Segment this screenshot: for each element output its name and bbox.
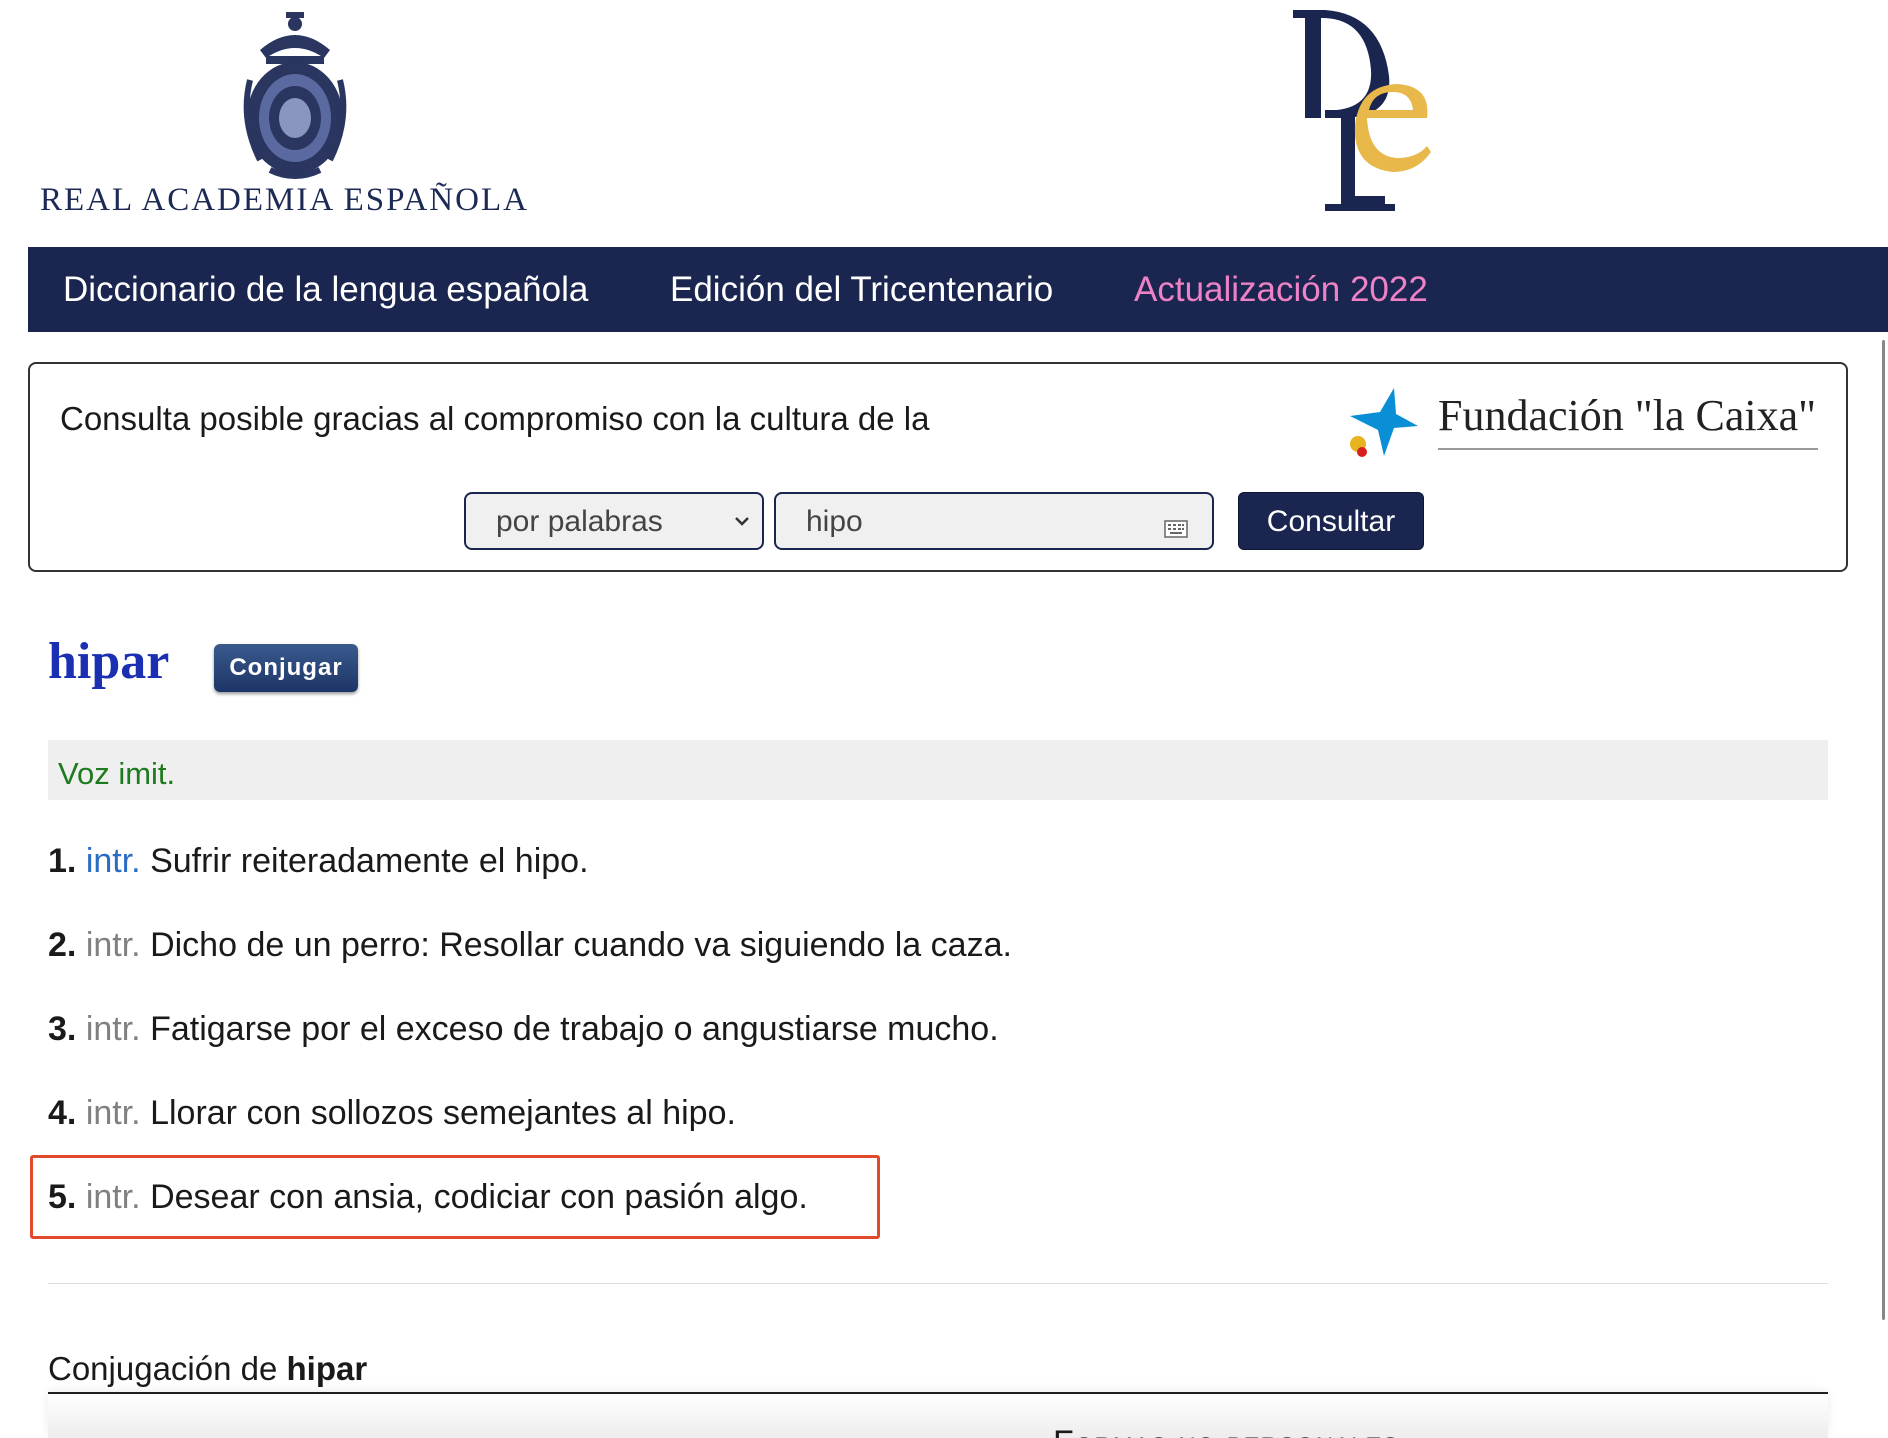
sense-1: 1. intr. Sufrir reiteradamente el hipo. [48,842,589,881]
conjugation-table-header: Formas no personales [1053,1424,1399,1438]
sense-text: Llorar con sollozos semejantes al hipo. [150,1094,736,1132]
keyboard-icon[interactable] [1164,520,1188,538]
consultar-button[interactable]: Consultar [1238,492,1424,550]
main-nav: Diccionario de la lengua española Edició… [28,247,1888,332]
scrollbar[interactable] [1882,340,1885,1320]
search-panel: Consulta posible gracias al compromiso c… [28,362,1848,572]
sense-abbr: intr. [85,926,141,964]
search-input-value: hipo [806,505,863,538]
chevron-down-icon [735,517,749,526]
sense-number: 2. [48,926,77,964]
highlight-annotation [30,1155,880,1239]
sense-3: 3. intr. Fatigarse por el exceso de trab… [48,1010,999,1049]
headword: hipar [48,633,170,690]
rae-crest-icon [243,12,347,179]
sense-text: Dicho de un perro: Resollar cuando va si… [150,926,1012,964]
caixa-star-icon [1350,388,1418,457]
search-mode-value: por palabras [496,505,663,538]
sense-abbr: intr. [85,1094,141,1132]
etymology-text: Voz imit. [58,756,176,791]
sense-text: Fatigarse por el exceso de trabajo o ang… [150,1010,999,1048]
search-input[interactable]: hipo [774,492,1214,550]
sponsor-text: Consulta posible gracias al compromiso c… [60,400,930,437]
sense-abbr: intr. [85,1010,141,1048]
caixa-underline [1438,448,1818,450]
nav-item-diccionario[interactable]: Diccionario de la lengua española [63,247,588,332]
sense-2: 2. intr. Dicho de un perro: Resollar cua… [48,926,1012,965]
sponsor-name: Fundación "la Caixa" [1438,391,1817,440]
caixa-logo[interactable]: Fundación "la Caixa" [1340,382,1830,462]
dle-logo-icon[interactable] [1285,6,1445,216]
conjugation-table: Formas no personales [48,1394,1828,1438]
sense-4: 4. intr. Llorar con sollozos semejantes … [48,1094,736,1133]
rae-name: REAL ACADEMIA ESPAÑOLA [40,182,529,218]
sense-number: 4. [48,1094,77,1132]
search-mode-select[interactable]: por palabras [464,492,764,550]
divider [48,1283,1828,1284]
nav-item-edicion[interactable]: Edición del Tricentenario [670,247,1053,332]
sense-number: 1. [48,842,77,880]
conjugation-title-prefix: Conjugación de [48,1350,278,1387]
nav-item-actualizacion[interactable]: Actualización 2022 [1134,247,1428,332]
etymology: Voz imit. [48,740,1828,800]
conjugation-title: Conjugación de hipar [48,1350,367,1388]
rae-logo[interactable]: REAL ACADEMIA ESPAÑOLA [40,10,527,220]
conjugation-verb: hipar [286,1350,368,1387]
sense-number: 3. [48,1010,77,1048]
conjugar-button[interactable]: Conjugar [214,644,358,692]
sense-text: Sufrir reiteradamente el hipo. [150,842,589,880]
sense-abbr-link[interactable]: intr. [86,842,141,880]
